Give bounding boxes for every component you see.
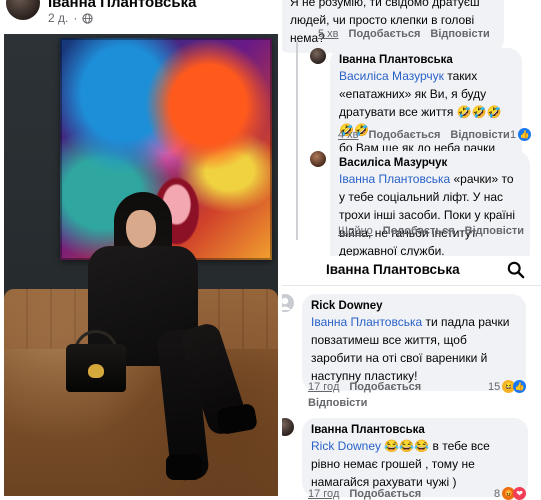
post-time[interactable]: 2 д. <box>48 11 68 25</box>
comment-bubble: Rick Downey Іванна Плантовська ти падла … <box>302 294 526 391</box>
comment-author[interactable]: Василіса Мазурчук <box>339 156 521 170</box>
comment-author[interactable]: Rick Downey <box>311 299 517 313</box>
comments-panel: Я не розумію, ти свідомо дратуєш людей, … <box>282 0 541 500</box>
comment-author[interactable]: Іванна Плантовська <box>339 53 513 67</box>
comment-time[interactable]: 17 год <box>308 381 339 393</box>
commenter-avatar[interactable] <box>282 418 294 436</box>
default-user-icon <box>282 297 291 310</box>
reply-button[interactable]: Відповісти <box>450 129 509 141</box>
comment-actions: Щойно Подобається Відповісти <box>338 225 524 237</box>
like-button[interactable]: Подобається <box>349 488 421 500</box>
comment-mention[interactable]: Василіса Мазурчук <box>339 69 444 83</box>
woman-face <box>126 210 156 248</box>
comment-mention[interactable]: Іванна Плантовська <box>339 172 450 186</box>
comment-time[interactable]: 17 год <box>308 488 339 500</box>
comment-time[interactable]: Щойно <box>338 225 373 237</box>
comment-actions: 5 хв Подобається Відповісти <box>318 28 490 40</box>
comment-bubble: Іванна Плантовська Rick Downey 😂😂😂 в теб… <box>302 418 528 497</box>
post-photo[interactable] <box>4 34 278 496</box>
commenter-avatar[interactable] <box>310 151 326 167</box>
reply-button[interactable]: Відповісти <box>308 397 367 409</box>
comment-actions: Відповісти <box>308 397 367 409</box>
post-meta: 2 д. · <box>48 11 93 25</box>
reaction-count[interactable]: 15 😆 👍 <box>488 380 527 393</box>
love-reaction-icon: ❤ <box>513 487 527 500</box>
thread-line <box>296 40 298 240</box>
like-button[interactable]: Подобається <box>383 225 455 237</box>
comment-actions: 17 год Подобається <box>308 488 421 500</box>
comment-time[interactable]: 5 хв <box>318 28 339 40</box>
globe-icon <box>82 12 93 24</box>
like-reaction-icon: 👍 <box>513 380 527 393</box>
commenter-avatar[interactable] <box>310 48 326 64</box>
meta-separator: · <box>73 11 78 25</box>
like-button[interactable]: Подобається <box>349 381 421 393</box>
author-avatar[interactable] <box>6 0 40 20</box>
comment-author[interactable]: Іванна Плантовська <box>311 423 519 437</box>
search-icon[interactable] <box>507 261 525 279</box>
boot <box>166 454 202 480</box>
comments-header: Іванна Плантовська <box>282 256 541 286</box>
like-button[interactable]: Подобається <box>369 129 441 141</box>
comments-header-title: Іванна Плантовська <box>326 262 460 277</box>
reply-button[interactable]: Відповісти <box>465 225 524 237</box>
reaction-number: 8 <box>494 487 501 500</box>
reaction-count[interactable]: 1 👍 <box>510 128 532 141</box>
post-header: Іванна Плантовська 2 д. · <box>0 0 278 34</box>
post-author-name[interactable]: Іванна Плантовська <box>48 0 196 11</box>
comment-time[interactable]: 4 хв <box>338 129 359 141</box>
comment-actions: 4 хв Подобається Відповісти <box>338 129 510 141</box>
comment-bubble: Василіса Мазурчук Іванна Плантовська «ра… <box>330 151 530 266</box>
comment-mention[interactable]: Rick Downey <box>311 439 381 453</box>
reply-button[interactable]: Відповісти <box>430 28 489 40</box>
like-button[interactable]: Подобається <box>349 28 421 40</box>
reaction-count[interactable]: 8 😡 ❤ <box>494 487 527 500</box>
comment-actions: 17 год Подобається <box>308 381 421 393</box>
reaction-number: 15 <box>488 380 501 393</box>
comment-mention[interactable]: Іванна Плантовська <box>311 315 422 329</box>
handbag-clasp <box>88 364 104 378</box>
commenter-avatar[interactable] <box>282 294 294 312</box>
comment-bubble: Я не розумію, ти свідомо дратуєш людей, … <box>282 0 504 53</box>
reaction-number: 1 <box>510 128 517 141</box>
like-reaction-icon: 👍 <box>518 128 532 141</box>
